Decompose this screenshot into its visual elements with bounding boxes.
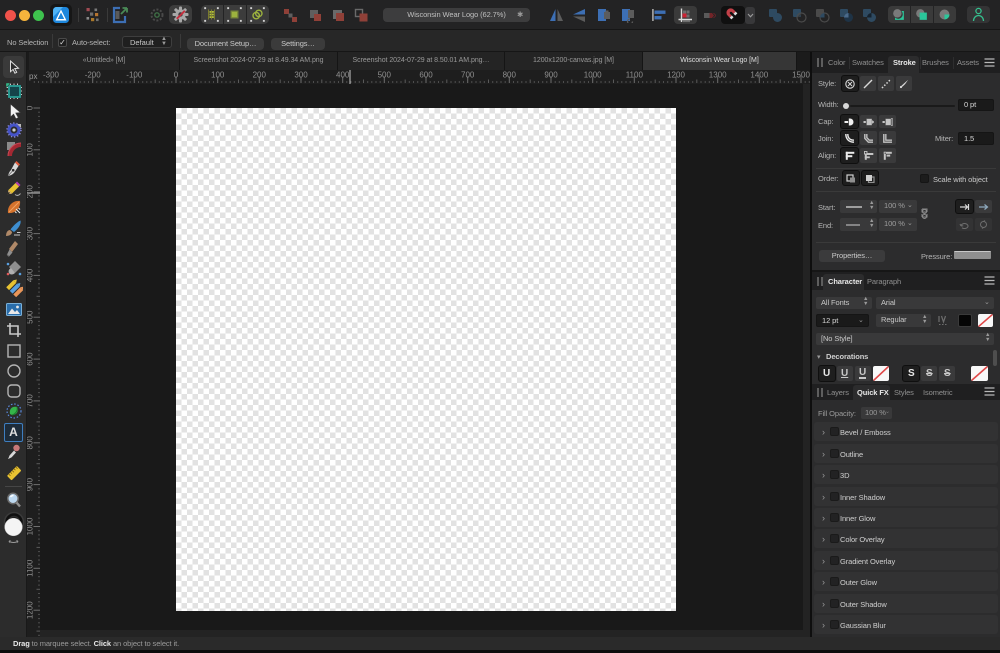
svg-text:1400: 1400 [750,71,768,80]
svg-text:900: 900 [27,477,35,491]
svg-text:-300: -300 [43,71,60,80]
svg-text:600: 600 [419,71,433,80]
svg-text:400: 400 [336,71,350,80]
svg-text:500: 500 [27,310,35,324]
svg-text:1100: 1100 [626,71,644,80]
svg-text:400: 400 [27,268,35,282]
svg-text:-100: -100 [126,71,143,80]
svg-text:1500: 1500 [792,71,810,80]
svg-text:1200: 1200 [667,71,685,80]
svg-text:800: 800 [503,71,517,80]
svg-text:800: 800 [27,436,35,450]
svg-text:600: 600 [27,352,35,366]
svg-text:1200: 1200 [27,601,35,619]
svg-text:1000: 1000 [27,517,35,535]
svg-text:1100: 1100 [27,559,35,577]
svg-text:700: 700 [27,394,35,408]
svg-text:200: 200 [27,184,35,198]
svg-text:500: 500 [378,71,392,80]
svg-text:700: 700 [461,71,475,80]
svg-text:1300: 1300 [709,71,727,80]
svg-text:-200: -200 [85,71,102,80]
svg-text:0: 0 [174,71,179,80]
svg-text:300: 300 [27,226,35,240]
svg-text:100: 100 [211,71,225,80]
svg-text:200: 200 [253,71,267,80]
svg-text:300: 300 [294,71,308,80]
svg-text:0: 0 [27,105,35,110]
svg-text:900: 900 [544,71,558,80]
svg-text:100: 100 [27,143,35,157]
svg-text:1000: 1000 [584,71,602,80]
